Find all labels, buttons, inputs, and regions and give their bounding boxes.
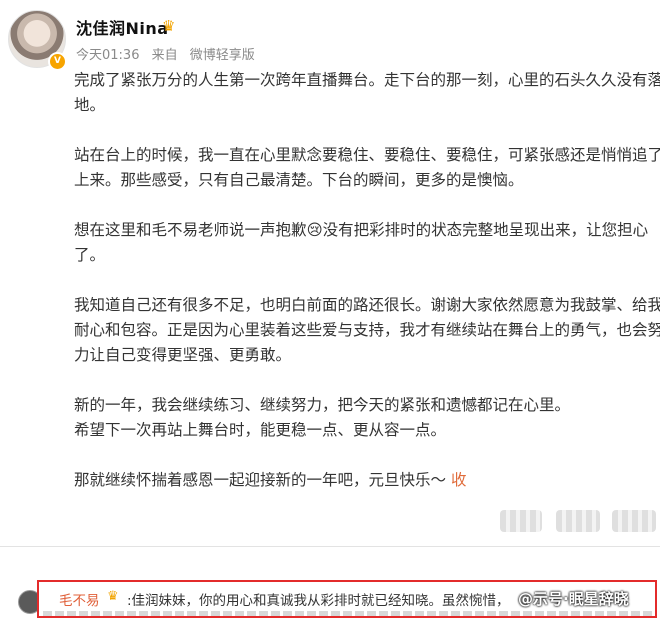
post-line: 上来。那些感受，只有自己最清楚。下台的瞬间，更多的是懊恼。 (74, 171, 524, 189)
post-source[interactable]: 微博轻享版 (190, 48, 255, 63)
verified-badge-icon: V (48, 52, 67, 71)
post-meta: 今天01:36 来自 微博轻享版 (76, 44, 263, 63)
post-line: 完成了紧张万分的人生第一次跨年直播舞台。走下台的那一刻，心里的石头久久没有落 (74, 71, 660, 89)
post-line: 我知道自己还有很多不足，也明白前面的路还很长。谢谢大家依然愿意为我鼓掌、给我 (74, 296, 660, 314)
post-line: 力让自己变得更坚强、更勇敢。 (74, 346, 292, 364)
post-line: 新的一年，我会继续练习、继续努力，把今天的紧张和遗憾都记在心里。 (74, 396, 571, 414)
post-header: V 沈佳润Nina ♛ 今天01:36 来自 微博轻享版 (0, 0, 660, 71)
blurred-content (500, 510, 542, 532)
source-prefix: 来自 (151, 48, 178, 63)
post-line: 地。 (74, 96, 106, 114)
divider (0, 546, 660, 547)
post-line: 耐心和包容。正是因为心里装着这些爱与支持，我才有继续站在舞台上的勇气，也会努 (74, 321, 660, 339)
post-line: 了。 (74, 246, 106, 264)
post-line: 想在这里和毛不易老师说一声抱歉😢没有把彩排时的状态完整地呈现出来，让您担心 (74, 221, 649, 239)
collapse-link[interactable]: 收 (451, 471, 467, 489)
post-body: 完成了紧张万分的人生第一次跨年直播舞台。走下台的那一刻，心里的石头久久没有落 地… (74, 68, 660, 542)
crown-icon: ♛ (162, 17, 176, 35)
post-line-last: 那就继续怀揣着感恩一起迎接新的一年吧，元旦快乐～ 收 (74, 468, 660, 493)
post-line: 希望下一次再站上舞台时，能更稳一点、更从容一点。 (74, 421, 447, 439)
blurred-content (612, 510, 656, 532)
post-line: 那就继续怀揣着感恩一起迎接新的一年吧，元旦快乐～ (74, 471, 447, 489)
blurred-content (556, 510, 600, 532)
comment-username[interactable]: 毛不易 (59, 589, 100, 609)
post-line: 站在台上的时候，我一直在心里默念要稳住、要稳住、要稳住，可紧张感还是悄悄追了 (74, 146, 660, 164)
post-time: 今天01:36 (76, 48, 140, 63)
crown-icon: ♛ (107, 589, 119, 604)
post-username[interactable]: 沈佳润Nina (76, 15, 169, 39)
comment-text: :佳润妹妹，你的用心和真诚我从彩排时就已经知晓。虽然惋惜， (127, 593, 510, 609)
watermark: @示号·眠星辞晓 (518, 590, 629, 608)
comment-overflow-line (43, 611, 653, 616)
